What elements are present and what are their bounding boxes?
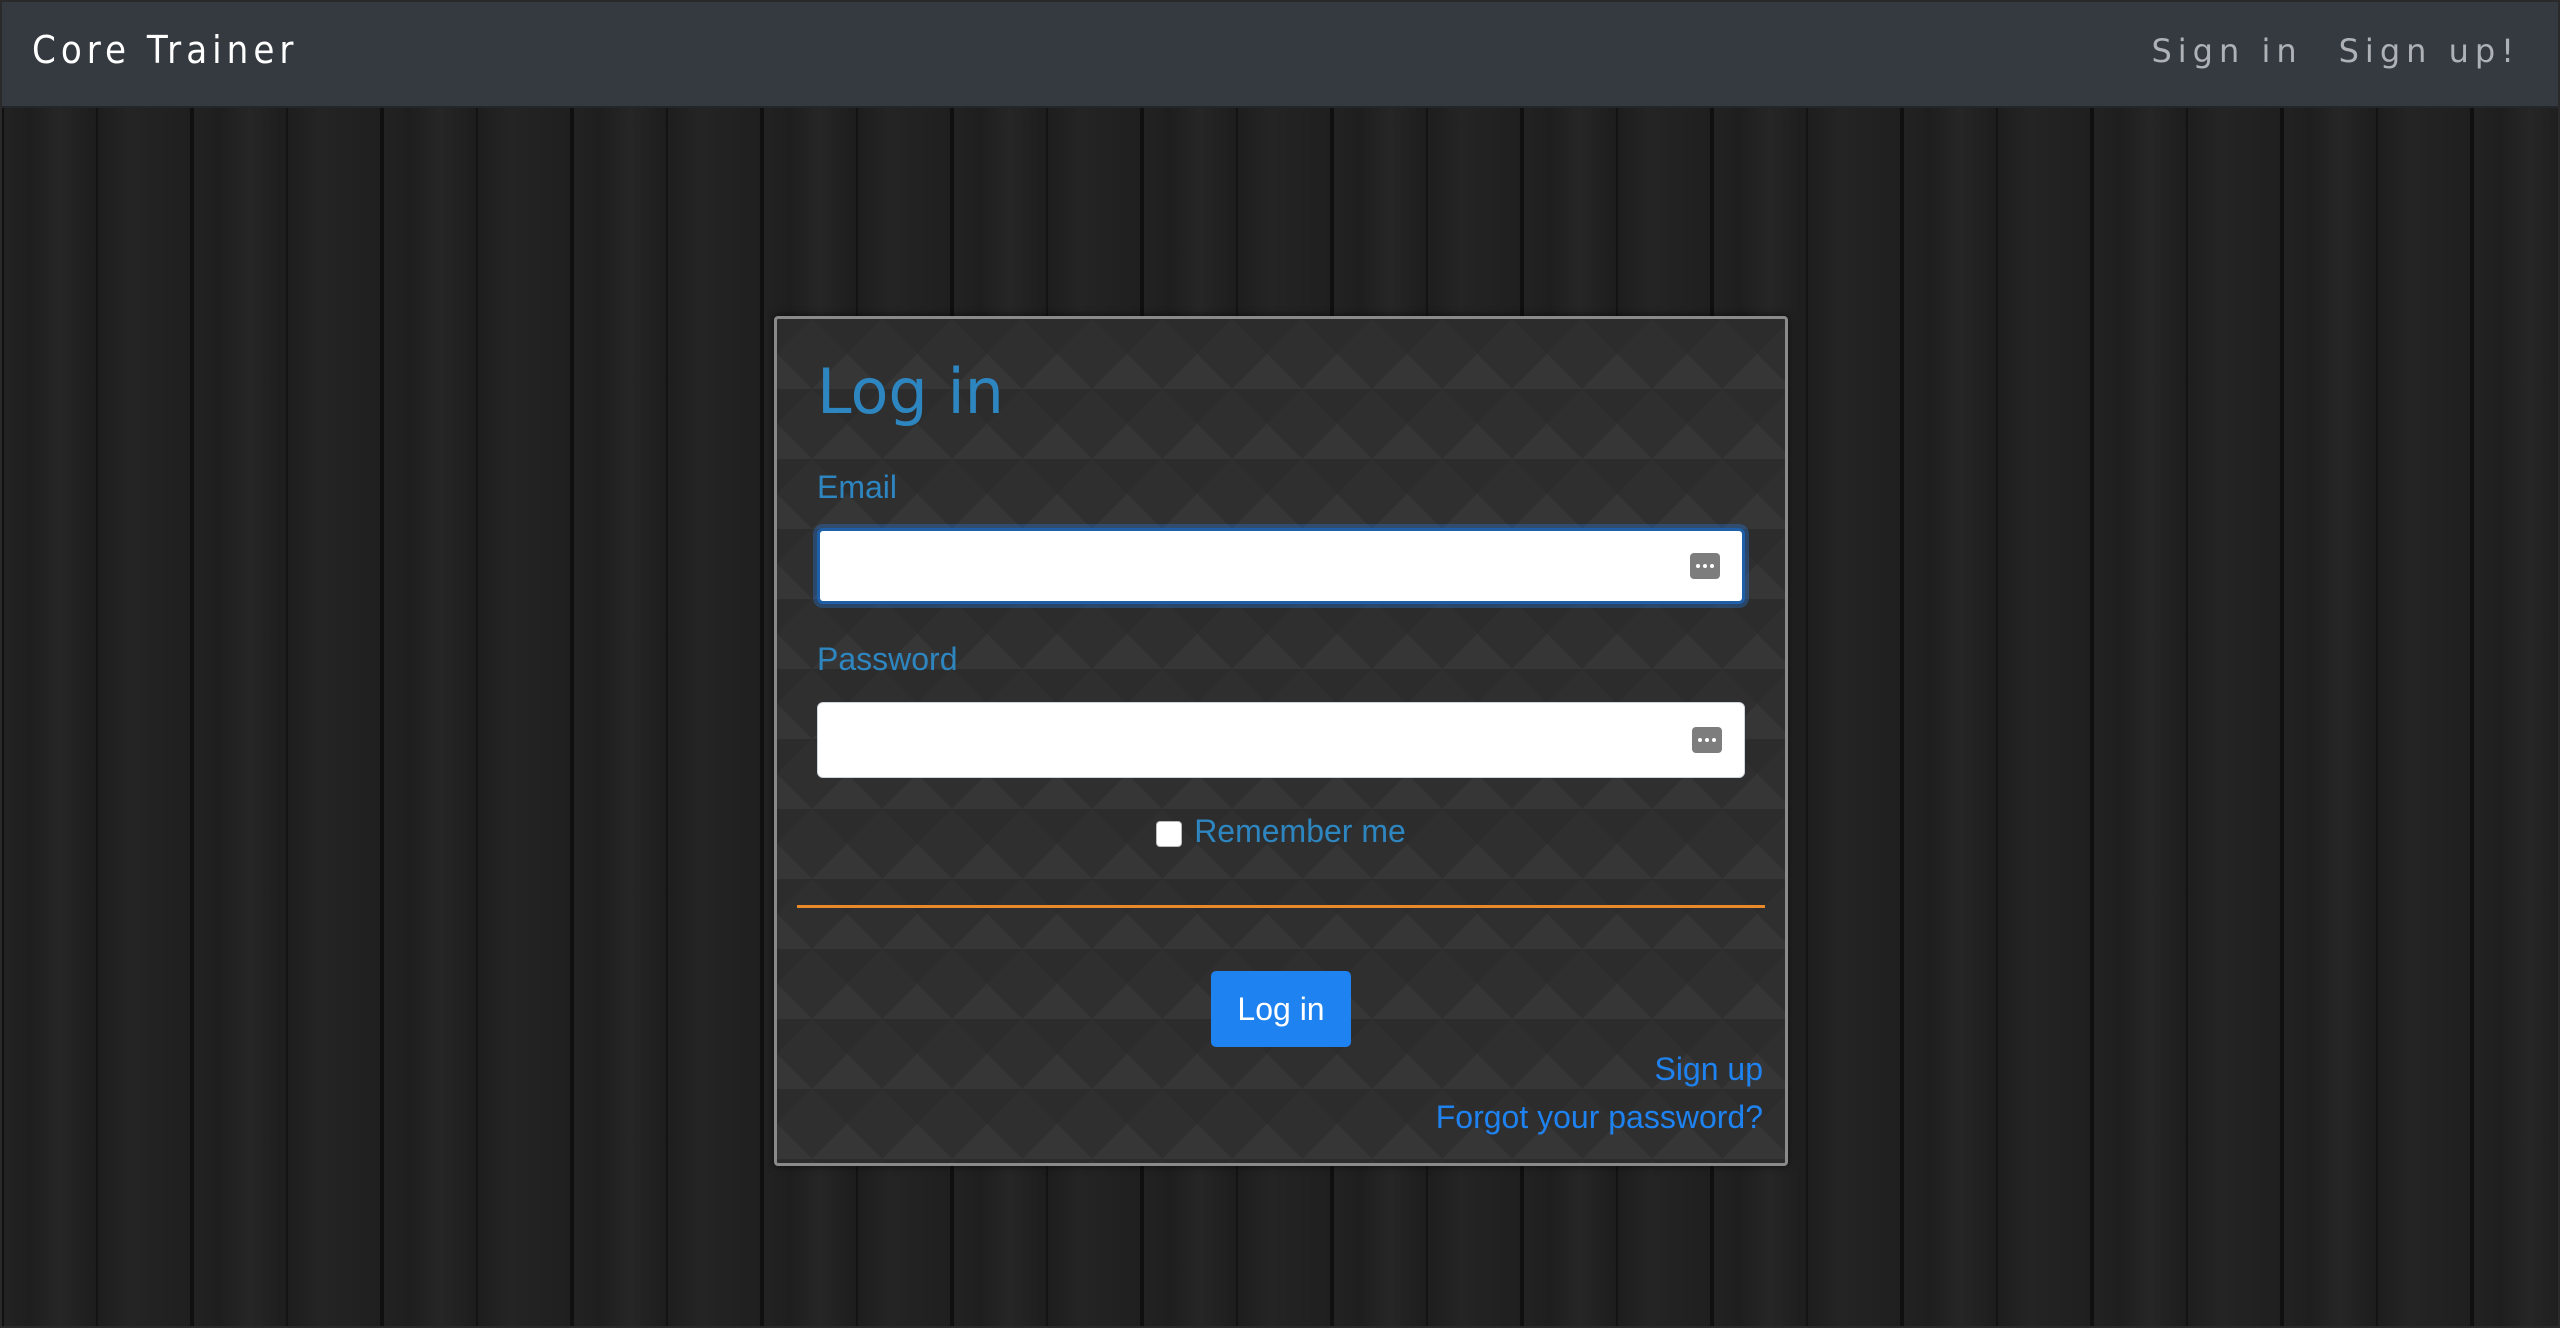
password-input[interactable] <box>818 703 1744 777</box>
email-input[interactable] <box>820 531 1742 601</box>
top-navbar: Core Trainer Sign in Sign up! <box>0 0 2560 108</box>
login-card: Log in Email Password Remember me Log in… <box>774 316 1788 1166</box>
password-manager-icon[interactable] <box>1690 553 1720 579</box>
password-manager-icon[interactable] <box>1692 727 1722 753</box>
remember-me-checkbox[interactable] <box>1156 820 1183 847</box>
sign-up-link[interactable]: Sign up <box>1654 1051 1763 1088</box>
log-in-button[interactable]: Log in <box>1211 971 1351 1047</box>
login-title: Log in <box>817 355 1004 428</box>
password-field-wrapper <box>817 702 1745 778</box>
email-label: Email <box>817 469 898 505</box>
remember-me-row: Remember me <box>777 813 1785 850</box>
nav-links: Sign in Sign up! <box>2151 32 2520 70</box>
password-label: Password <box>817 641 958 677</box>
remember-me-label[interactable]: Remember me <box>1194 813 1406 850</box>
nav-sign-up-link[interactable]: Sign up! <box>2339 32 2520 70</box>
email-field-wrapper <box>817 528 1745 604</box>
orange-divider <box>797 905 1765 908</box>
nav-sign-in-link[interactable]: Sign in <box>2151 32 2302 70</box>
brand-logo[interactable]: Core Trainer <box>32 28 298 72</box>
forgot-password-link[interactable]: Forgot your password? <box>1436 1099 1763 1136</box>
